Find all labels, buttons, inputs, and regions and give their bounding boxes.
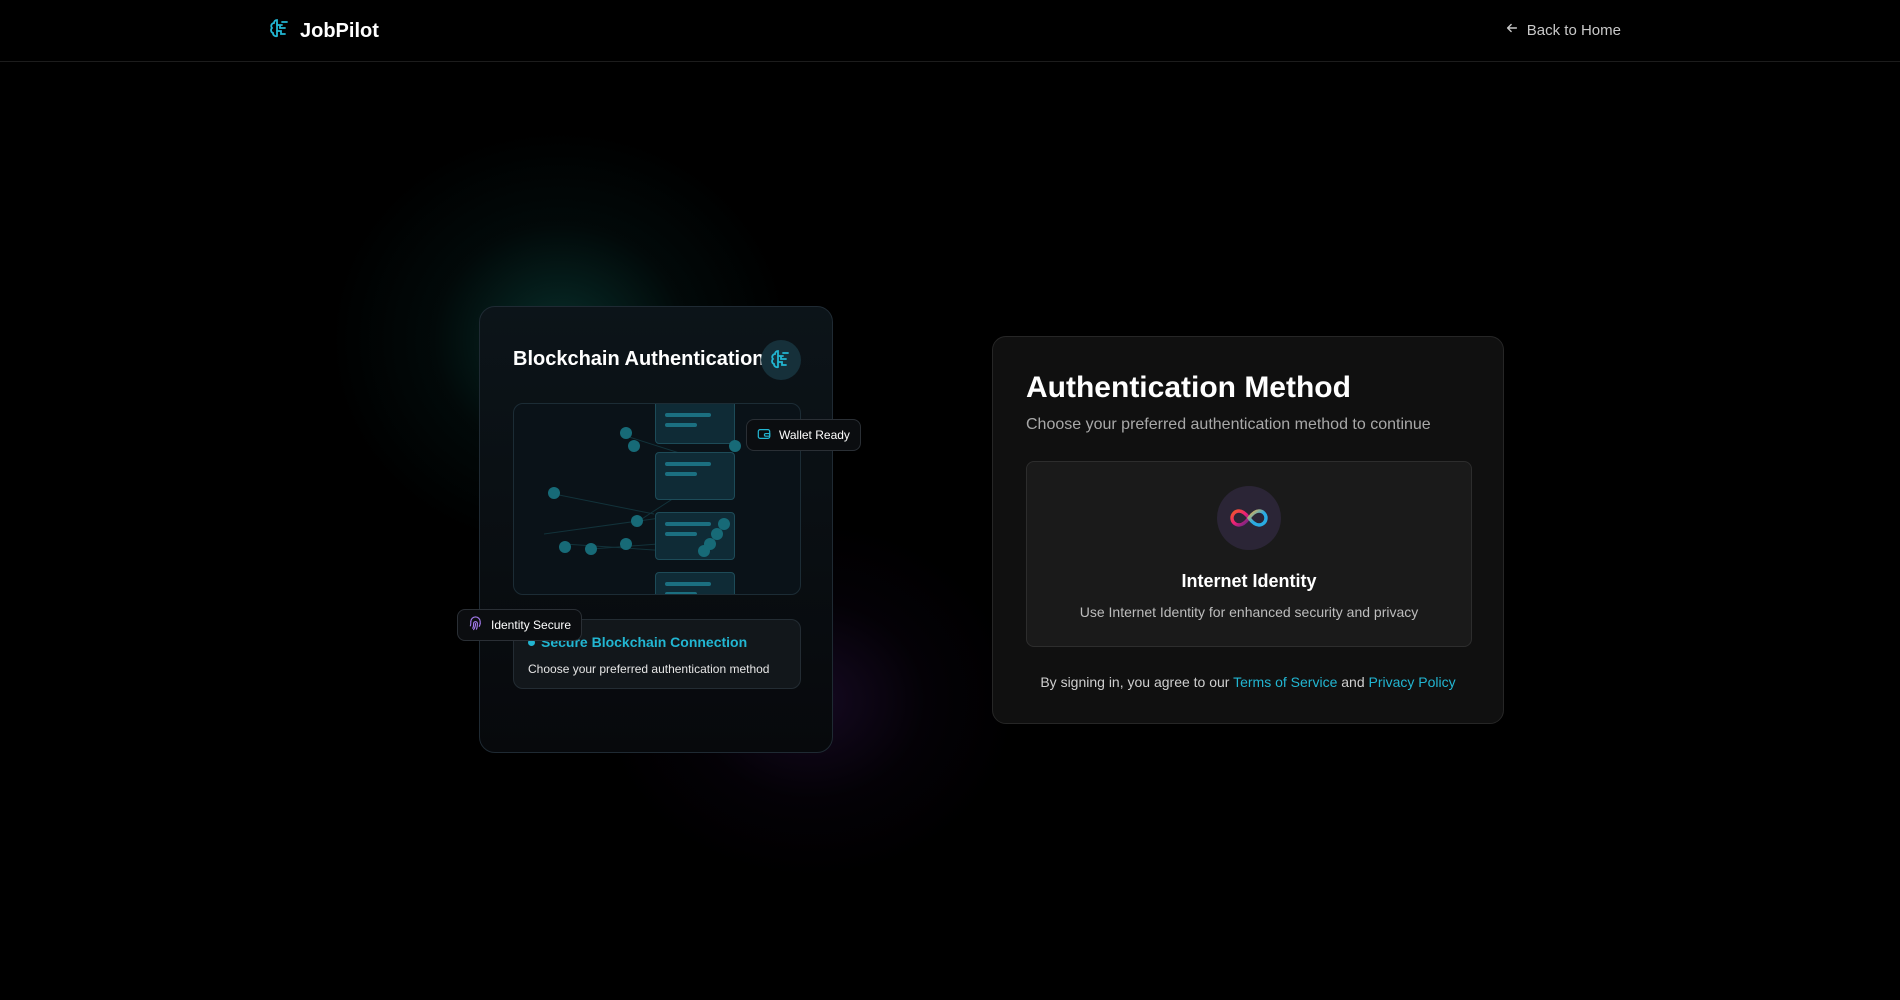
internet-identity-description: Use Internet Identity for enhanced secur… [1079,604,1419,620]
fingerprint-icon [468,616,483,634]
illustration-title: Blockchain Authentication [513,348,765,370]
top-header: JobPilot Back to Home [0,0,1900,62]
back-to-home-link[interactable]: Back to Home [1505,21,1621,39]
internet-identity-title: Internet Identity [1181,571,1317,591]
terms-and: and [1341,674,1365,690]
chain-block [655,572,735,594]
chain-block [655,452,735,500]
identity-secure-badge: Identity Secure [457,609,583,641]
auth-subtitle: Choose your preferred authentication met… [1026,416,1431,433]
privacy-policy-link[interactable]: Privacy Policy [1369,674,1456,690]
network-node [620,427,632,439]
authentication-card: Authentication Method Choose your prefer… [992,336,1504,724]
network-node [585,543,597,555]
auth-title: Authentication Method [1026,371,1351,404]
internet-identity-button[interactable]: Internet Identity Use Internet Identity … [1026,461,1472,647]
identity-secure-label: Identity Secure [491,618,572,632]
wallet-icon [757,427,771,444]
terms-of-service-link[interactable]: Terms of Service [1233,674,1337,690]
brand-name: JobPilot [300,20,379,42]
network-node [729,440,741,452]
network-node [628,440,640,452]
brain-logo-icon [268,17,292,46]
network-node [548,487,560,499]
chain-block [655,404,735,444]
infinity-icon [1217,486,1281,550]
network-node [559,541,571,553]
wallet-ready-badge: Wallet Ready [746,419,861,451]
terms-prefix: By signing in, you agree to our [1040,674,1230,690]
terms-notice: By signing in, you agree to our Terms of… [993,674,1503,690]
network-node [620,538,632,550]
arrow-left-icon [1505,21,1519,39]
network-node [698,545,710,557]
brain-logo-icon [761,340,801,380]
network-node [631,515,643,527]
brand[interactable]: JobPilot [268,17,379,46]
back-to-home-label: Back to Home [1526,21,1621,39]
wallet-ready-label: Wallet Ready [779,428,850,442]
blockchain-illustration-card: Blockchain Authentication Secure Blockch… [479,306,833,753]
status-text: Choose your preferred authentication met… [528,662,770,676]
